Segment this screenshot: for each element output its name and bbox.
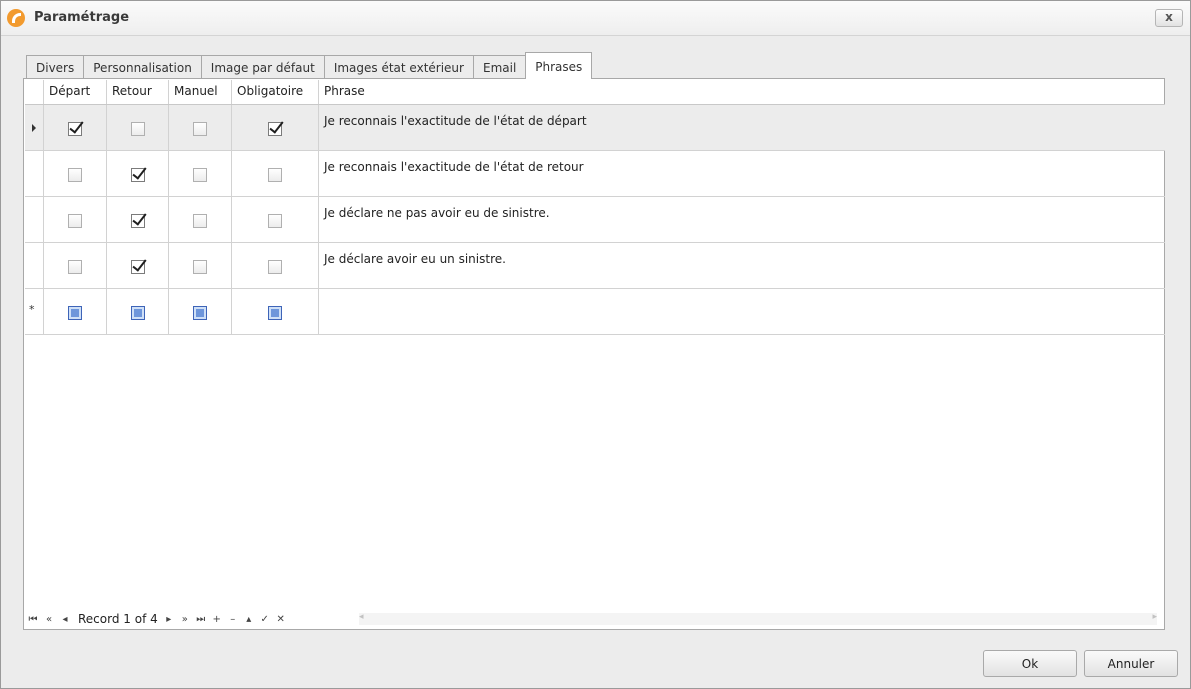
tab-email[interactable]: Email bbox=[472, 55, 527, 79]
record-position-text: Record 1 of 4 bbox=[78, 612, 158, 626]
new-row-phrase-cell[interactable] bbox=[319, 289, 1165, 334]
obligatoire-checkbox[interactable] bbox=[268, 121, 282, 136]
column-header-manuel[interactable]: Manuel bbox=[169, 80, 232, 104]
table-row[interactable]: Je reconnais l'exactitude de l'état de r… bbox=[25, 151, 1165, 197]
new-row-retour-cell[interactable] bbox=[107, 289, 169, 334]
retour-cell[interactable] bbox=[107, 105, 169, 150]
table-row[interactable]: Je reconnais l'exactitude de l'état de d… bbox=[25, 105, 1165, 151]
depart-checkbox[interactable] bbox=[68, 259, 82, 274]
depart-checkbox[interactable] bbox=[68, 121, 82, 136]
tab-divers[interactable]: Divers bbox=[26, 55, 85, 79]
settings-window: Paramétrage x Divers Personnalisation Im… bbox=[0, 0, 1191, 689]
retour-cell[interactable] bbox=[107, 243, 169, 288]
new-row-depart-cell[interactable] bbox=[44, 289, 107, 334]
new-row[interactable]: * bbox=[25, 289, 1165, 335]
retour-checkbox[interactable] bbox=[130, 121, 145, 136]
obligatoire-cell[interactable] bbox=[232, 197, 319, 242]
manuel-checkbox[interactable] bbox=[193, 213, 207, 228]
column-header-depart[interactable]: Départ bbox=[44, 80, 107, 104]
phrase-cell[interactable]: Je reconnais l'exactitude de l'état de r… bbox=[319, 151, 1165, 196]
row-indicator-header bbox=[25, 80, 44, 104]
obligatoire-checkbox-indeterminate[interactable] bbox=[268, 305, 282, 320]
phrase-cell[interactable]: Je déclare ne pas avoir eu de sinistre. bbox=[319, 197, 1165, 242]
current-row-arrow-icon bbox=[32, 124, 36, 132]
remove-record-icon[interactable]: – bbox=[225, 614, 241, 625]
edit-record-icon[interactable]: ▴ bbox=[241, 614, 257, 625]
new-row-manuel-cell[interactable] bbox=[169, 289, 232, 334]
depart-checkbox[interactable] bbox=[68, 213, 82, 228]
phrase-cell[interactable]: Je déclare avoir eu un sinistre. bbox=[319, 243, 1165, 288]
obligatoire-checkbox[interactable] bbox=[268, 259, 282, 274]
row-indicator[interactable] bbox=[25, 197, 44, 242]
cancel-edit-icon[interactable]: ✕ bbox=[273, 614, 289, 625]
tab-strip: Divers Personnalisation Image par défaut… bbox=[26, 52, 593, 79]
title-bar: Paramétrage x bbox=[1, 1, 1190, 36]
first-record-icon[interactable]: ⏮ bbox=[25, 614, 41, 625]
retour-checkbox[interactable] bbox=[130, 213, 145, 228]
column-header-retour[interactable]: Retour bbox=[107, 80, 169, 104]
obligatoire-cell[interactable] bbox=[232, 105, 319, 150]
tab-phrases[interactable]: Phrases bbox=[525, 52, 593, 79]
next-record-icon[interactable]: ▸ bbox=[161, 614, 177, 625]
row-indicator[interactable] bbox=[25, 151, 44, 196]
window-title: Paramétrage bbox=[34, 10, 130, 25]
table-row[interactable]: Je déclare ne pas avoir eu de sinistre. bbox=[25, 197, 1165, 243]
previous-page-icon[interactable]: « bbox=[41, 614, 57, 625]
obligatoire-checkbox[interactable] bbox=[268, 167, 282, 182]
manuel-cell[interactable] bbox=[169, 243, 232, 288]
end-edit-icon[interactable]: ✓ bbox=[257, 614, 273, 625]
grid-rows: Je reconnais l'exactitude de l'état de d… bbox=[25, 105, 1165, 289]
manuel-cell[interactable] bbox=[169, 151, 232, 196]
manuel-checkbox-indeterminate[interactable] bbox=[193, 305, 207, 320]
depart-checkbox[interactable] bbox=[68, 167, 82, 182]
tab-image-par-defaut[interactable]: Image par défaut bbox=[200, 55, 325, 79]
grid-header: Départ Retour Manuel Obligatoire Phrase bbox=[25, 80, 1165, 105]
retour-checkbox[interactable] bbox=[130, 259, 145, 274]
append-record-icon[interactable]: + bbox=[209, 614, 225, 625]
obligatoire-checkbox[interactable] bbox=[268, 213, 282, 228]
ok-button[interactable]: Ok bbox=[983, 650, 1077, 677]
new-row-indicator: * bbox=[25, 289, 44, 334]
scroll-left-icon[interactable]: ◂ bbox=[359, 612, 364, 622]
close-button[interactable]: x bbox=[1155, 9, 1183, 27]
tab-personnalisation[interactable]: Personnalisation bbox=[83, 55, 202, 79]
manuel-cell[interactable] bbox=[169, 197, 232, 242]
tab-images-etat-exterieur[interactable]: Images état extérieur bbox=[323, 55, 474, 79]
column-header-obligatoire[interactable]: Obligatoire bbox=[232, 80, 319, 104]
depart-checkbox-indeterminate[interactable] bbox=[68, 305, 82, 320]
depart-cell[interactable] bbox=[44, 151, 107, 196]
depart-cell[interactable] bbox=[44, 197, 107, 242]
obligatoire-cell[interactable] bbox=[232, 151, 319, 196]
table-row[interactable]: Je déclare avoir eu un sinistre. bbox=[25, 243, 1165, 289]
manuel-checkbox[interactable] bbox=[193, 121, 207, 136]
phrase-cell[interactable]: Je reconnais l'exactitude de l'état de d… bbox=[319, 105, 1165, 150]
manuel-checkbox[interactable] bbox=[193, 167, 207, 182]
data-navigator: ⏮ « ◂ Record 1 of 4 ▸ » ⏭ + – ▴ ✓ ✕ ◂ ▸ bbox=[25, 609, 1163, 629]
scroll-right-icon[interactable]: ▸ bbox=[1152, 612, 1157, 622]
horizontal-scrollbar[interactable]: ◂ ▸ bbox=[359, 612, 1157, 625]
phrases-grid: Départ Retour Manuel Obligatoire Phrase … bbox=[25, 80, 1165, 335]
next-page-icon[interactable]: » bbox=[177, 614, 193, 625]
depart-cell[interactable] bbox=[44, 105, 107, 150]
close-icon: x bbox=[1165, 10, 1173, 24]
retour-cell[interactable] bbox=[107, 151, 169, 196]
manuel-checkbox[interactable] bbox=[193, 259, 207, 274]
app-logo-icon bbox=[7, 9, 25, 27]
obligatoire-cell[interactable] bbox=[232, 243, 319, 288]
manuel-cell[interactable] bbox=[169, 105, 232, 150]
row-indicator[interactable] bbox=[25, 105, 44, 150]
asterisk-icon: * bbox=[29, 303, 35, 316]
new-row-obligatoire-cell[interactable] bbox=[232, 289, 319, 334]
retour-checkbox-indeterminate[interactable] bbox=[130, 305, 145, 320]
cancel-button[interactable]: Annuler bbox=[1084, 650, 1178, 677]
depart-cell[interactable] bbox=[44, 243, 107, 288]
column-header-phrase[interactable]: Phrase bbox=[319, 80, 1165, 104]
retour-checkbox[interactable] bbox=[130, 167, 145, 182]
phrases-panel: Départ Retour Manuel Obligatoire Phrase … bbox=[23, 78, 1165, 630]
row-indicator[interactable] bbox=[25, 243, 44, 288]
last-record-icon[interactable]: ⏭ bbox=[193, 614, 209, 625]
previous-record-icon[interactable]: ◂ bbox=[57, 614, 73, 625]
retour-cell[interactable] bbox=[107, 197, 169, 242]
